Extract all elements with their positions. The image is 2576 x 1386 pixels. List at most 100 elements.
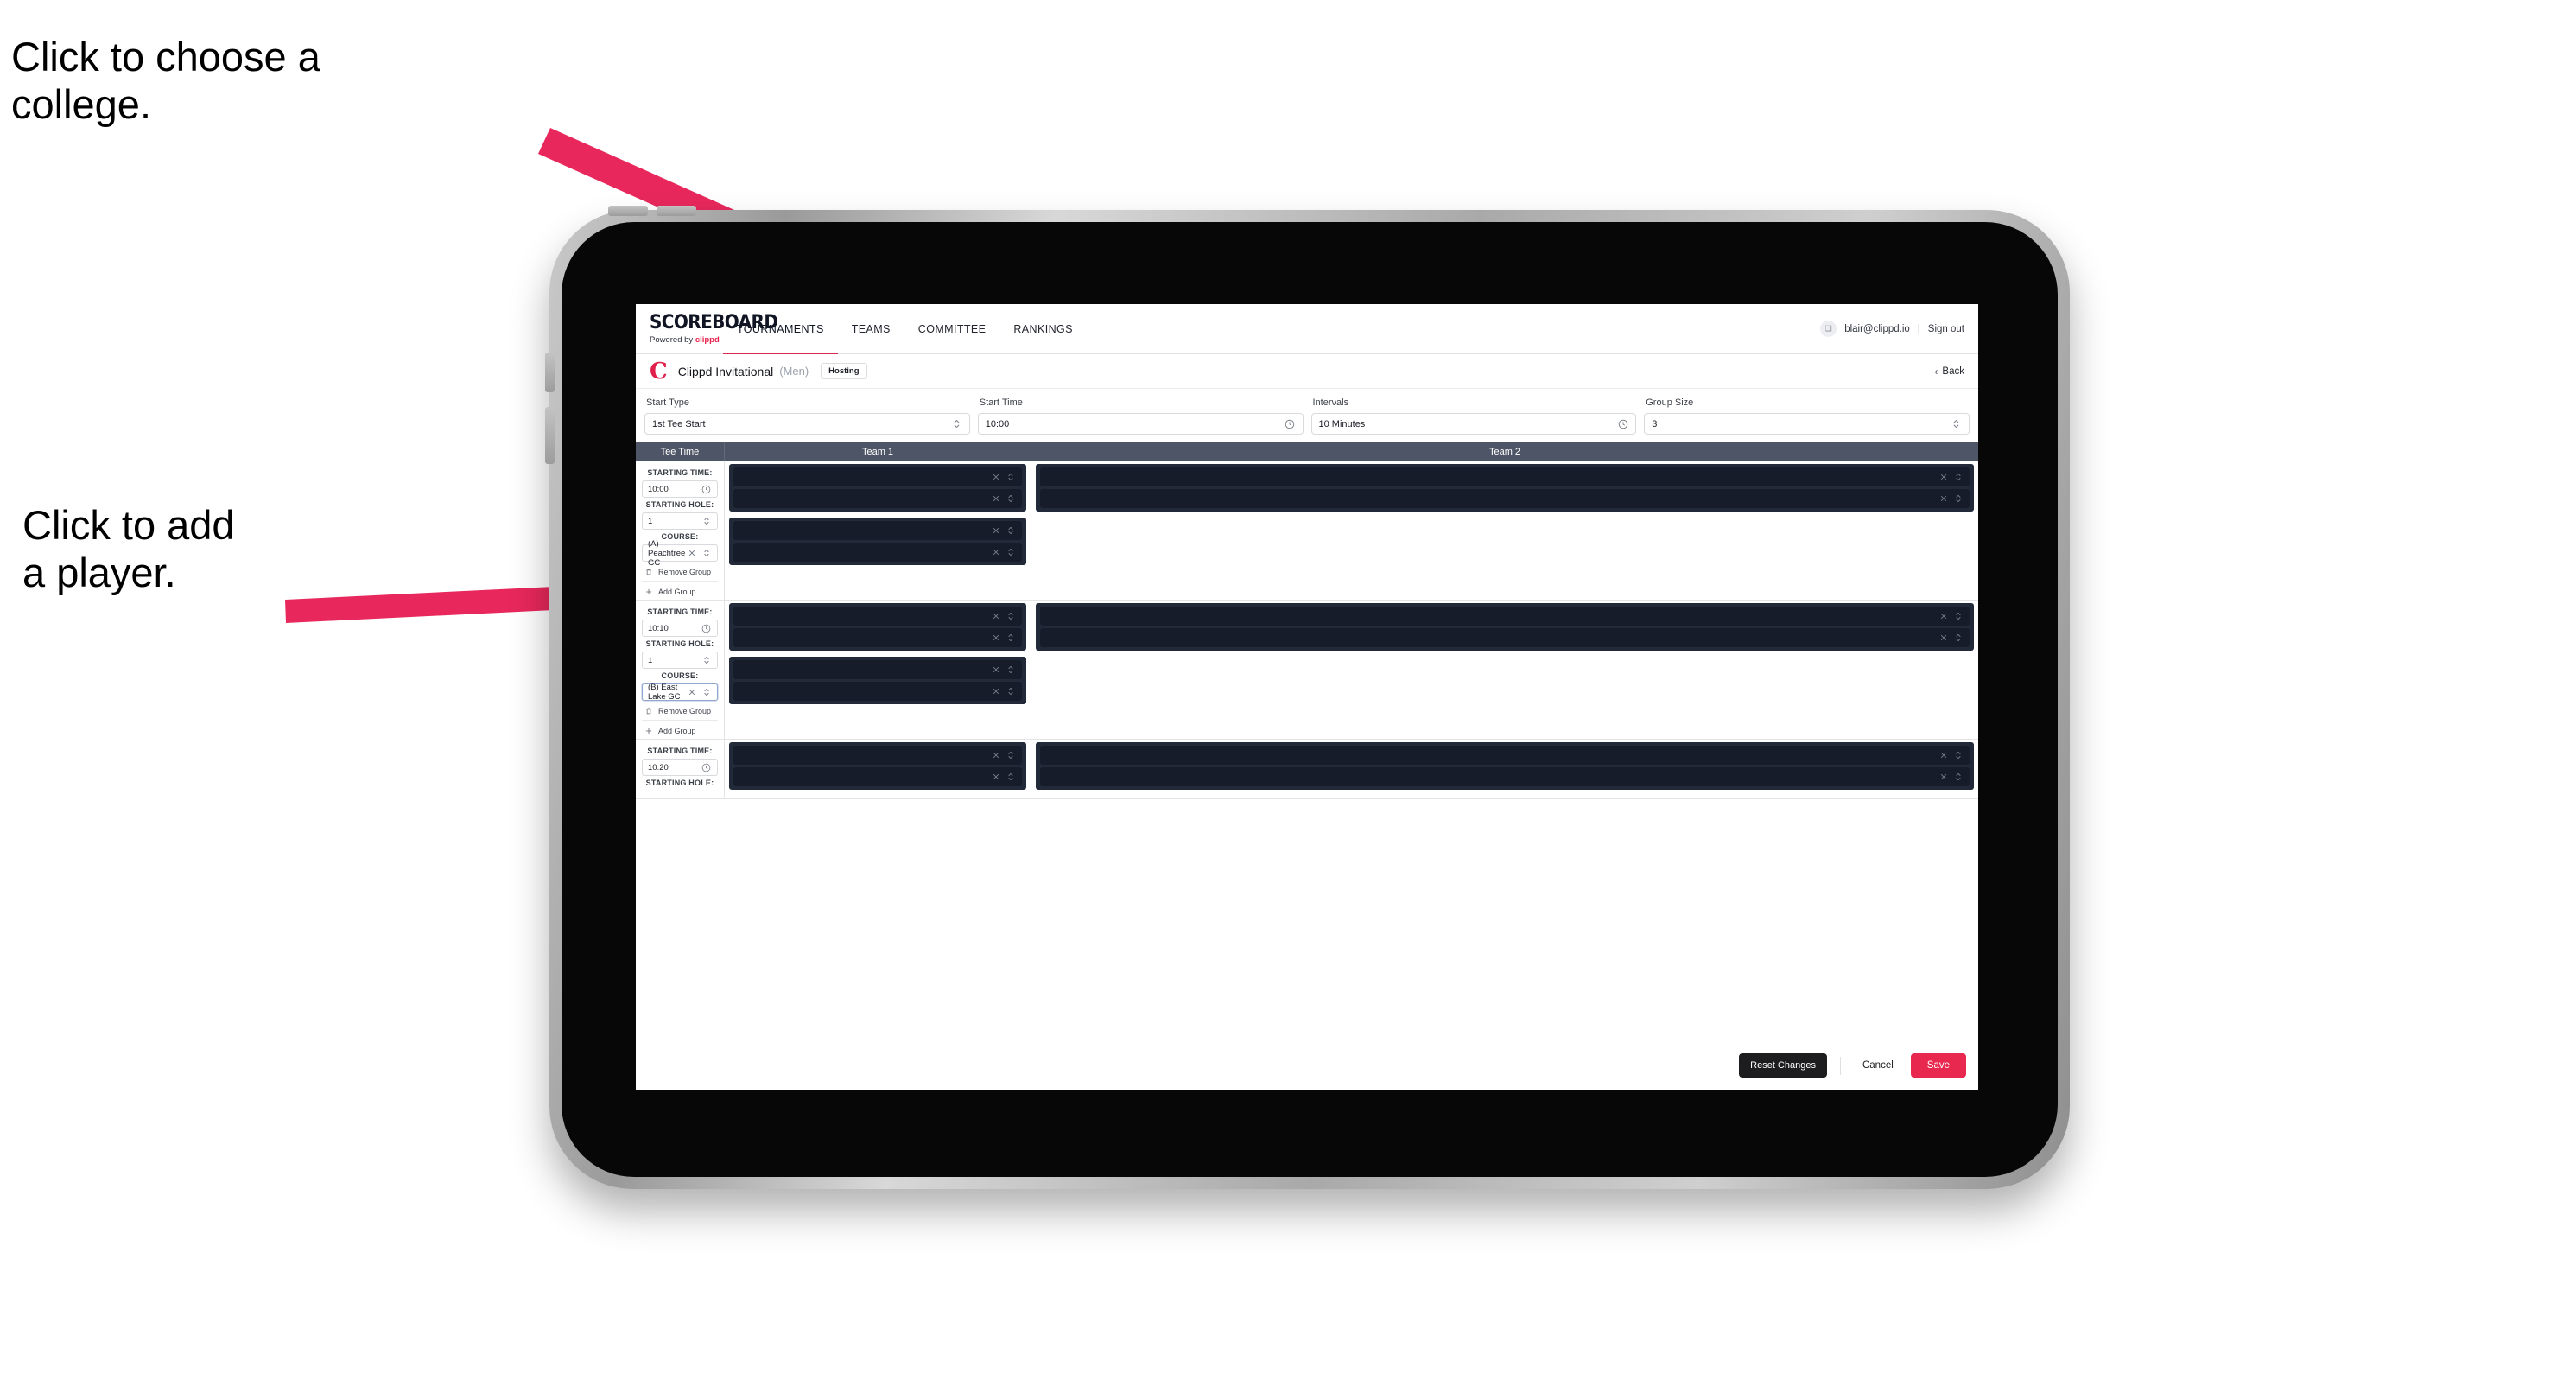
close-icon[interactable] bbox=[991, 686, 1001, 696]
starting-time-input[interactable]: 10:10 bbox=[642, 620, 718, 637]
logo-tagline-prefix: Powered by bbox=[650, 335, 695, 345]
close-icon[interactable] bbox=[991, 633, 1001, 643]
close-icon[interactable] bbox=[991, 664, 1001, 675]
player-slot[interactable] bbox=[733, 607, 1022, 626]
sign-out-link[interactable]: Sign out bbox=[1928, 324, 1964, 334]
nav-item-rankings[interactable]: RANKINGS bbox=[999, 304, 1087, 353]
cancel-button[interactable]: Cancel bbox=[1854, 1053, 1902, 1078]
close-icon[interactable] bbox=[686, 548, 697, 559]
player-slot[interactable] bbox=[1040, 607, 1970, 626]
add-group-button[interactable]: Add Group bbox=[642, 721, 718, 735]
back-button[interactable]: ‹ Back bbox=[1934, 366, 1964, 378]
trash-icon bbox=[644, 706, 653, 715]
player-slot[interactable] bbox=[733, 543, 1022, 562]
player-slot[interactable] bbox=[1040, 767, 1970, 786]
nav-item-label: COMMITTEE bbox=[917, 322, 987, 335]
player-slot[interactable] bbox=[1040, 467, 1970, 486]
close-icon[interactable] bbox=[1938, 633, 1949, 643]
stepper-icon[interactable] bbox=[1006, 525, 1016, 536]
stepper-icon[interactable] bbox=[1006, 750, 1016, 760]
close-icon[interactable] bbox=[686, 687, 697, 698]
clock-icon[interactable] bbox=[701, 484, 712, 495]
close-icon[interactable] bbox=[1938, 611, 1949, 621]
player-slot[interactable] bbox=[733, 660, 1022, 679]
table-row: STARTING TIME: 10:00 STARTING HOLE: 1 COURSE… bbox=[636, 461, 1978, 601]
tablet-top-button-b[interactable] bbox=[657, 206, 696, 216]
nav-item-teams[interactable]: TEAMS bbox=[838, 304, 904, 353]
stepper-icon[interactable] bbox=[1006, 772, 1016, 782]
clock-icon[interactable] bbox=[701, 762, 712, 773]
avatar[interactable]: ❑ bbox=[1820, 321, 1837, 337]
starting-time-input[interactable]: 10:00 bbox=[642, 480, 718, 498]
stepper-icon[interactable] bbox=[1006, 493, 1016, 504]
stepper-icon[interactable] bbox=[701, 548, 712, 559]
remove-group-button[interactable]: Remove Group bbox=[642, 701, 718, 721]
nav-item-committee[interactable]: COMMITTEE bbox=[904, 304, 1000, 353]
player-slot[interactable] bbox=[733, 746, 1022, 765]
player-slot[interactable] bbox=[1040, 746, 1970, 765]
stepper-icon[interactable] bbox=[1006, 547, 1016, 557]
tee-time-cell: STARTING TIME: 10:10 STARTING HOLE: 1 COURSE… bbox=[636, 601, 725, 739]
player-slot[interactable] bbox=[1040, 489, 1970, 508]
stepper-icon[interactable] bbox=[1006, 611, 1016, 621]
stepper-icon[interactable] bbox=[701, 687, 712, 698]
stepper-icon[interactable] bbox=[951, 418, 962, 429]
close-icon[interactable] bbox=[991, 472, 1001, 482]
close-icon[interactable] bbox=[991, 525, 1001, 536]
player-slot[interactable] bbox=[733, 767, 1022, 786]
back-button-label: Back bbox=[1942, 366, 1964, 377]
close-icon[interactable] bbox=[1938, 772, 1949, 782]
player-slot[interactable] bbox=[733, 682, 1022, 701]
close-icon[interactable] bbox=[991, 611, 1001, 621]
group-slot-card bbox=[729, 603, 1026, 651]
start-time-input[interactable]: 10:00 bbox=[977, 413, 1304, 435]
close-icon[interactable] bbox=[991, 493, 1001, 504]
stepper-icon[interactable] bbox=[1951, 418, 1962, 429]
reset-changes-button[interactable]: Reset Changes bbox=[1739, 1053, 1827, 1078]
stepper-icon[interactable] bbox=[1953, 611, 1964, 621]
player-slot[interactable] bbox=[733, 489, 1022, 508]
save-button[interactable]: Save bbox=[1910, 1053, 1966, 1078]
stepper-icon[interactable] bbox=[1953, 493, 1964, 504]
annotation-choose-college: Click to choose a college. bbox=[11, 34, 320, 128]
stepper-icon[interactable] bbox=[1953, 772, 1964, 782]
starting-time-input[interactable]: 10:20 bbox=[642, 759, 718, 776]
stepper-icon[interactable] bbox=[1006, 472, 1016, 482]
scoreboard-logo[interactable]: SCOREBOARD Powered by clippd bbox=[636, 304, 778, 353]
tablet-volume-up-button[interactable] bbox=[545, 353, 555, 392]
starting-hole-stepper[interactable]: 1 bbox=[642, 652, 718, 669]
start-type-select[interactable]: 1st Tee Start bbox=[644, 413, 970, 435]
clock-icon[interactable] bbox=[1285, 418, 1296, 429]
stepper-icon[interactable] bbox=[1006, 664, 1016, 675]
team-1-cell bbox=[725, 740, 1031, 798]
stepper-icon[interactable] bbox=[1006, 633, 1016, 643]
nav-item-tournaments[interactable]: TOURNAMENTS bbox=[723, 304, 838, 354]
close-icon[interactable] bbox=[991, 772, 1001, 782]
stepper-icon[interactable] bbox=[1006, 686, 1016, 696]
add-group-button[interactable]: Add Group bbox=[642, 582, 718, 596]
player-slot[interactable] bbox=[733, 467, 1022, 486]
tablet-volume-down-button[interactable] bbox=[545, 407, 555, 464]
close-icon[interactable] bbox=[991, 750, 1001, 760]
stepper-icon[interactable] bbox=[1953, 750, 1964, 760]
close-icon[interactable] bbox=[1938, 750, 1949, 760]
clock-icon[interactable] bbox=[701, 623, 712, 634]
clock-icon[interactable] bbox=[1617, 418, 1628, 429]
tablet-top-button-a[interactable] bbox=[608, 206, 648, 216]
course-select[interactable]: (B) East Lake GC bbox=[642, 683, 718, 702]
stepper-icon[interactable] bbox=[701, 516, 712, 527]
starting-hole-stepper[interactable]: 1 bbox=[642, 512, 718, 530]
stepper-icon[interactable] bbox=[1953, 633, 1964, 643]
group-size-stepper[interactable]: 3 bbox=[1644, 413, 1970, 435]
player-slot[interactable] bbox=[733, 521, 1022, 540]
close-icon[interactable] bbox=[1938, 493, 1949, 504]
intervals-input[interactable]: 10 Minutes bbox=[1310, 413, 1637, 435]
tee-time-cell: STARTING TIME: 10:00 STARTING HOLE: 1 COURSE… bbox=[636, 461, 725, 600]
course-select[interactable]: (A) Peachtree GC bbox=[642, 539, 718, 568]
stepper-icon[interactable] bbox=[701, 655, 712, 666]
close-icon[interactable] bbox=[1938, 472, 1949, 482]
close-icon[interactable] bbox=[991, 547, 1001, 557]
player-slot[interactable] bbox=[1040, 628, 1970, 647]
stepper-icon[interactable] bbox=[1953, 472, 1964, 482]
player-slot[interactable] bbox=[733, 628, 1022, 647]
